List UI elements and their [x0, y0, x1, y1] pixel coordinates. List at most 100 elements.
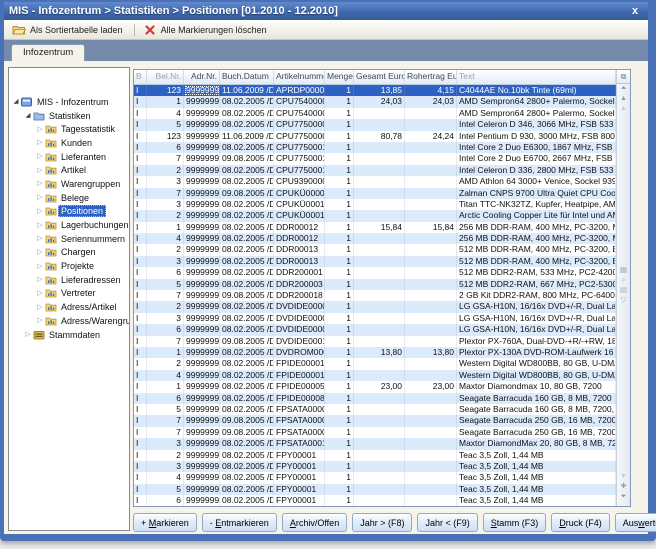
tree-item-projekte[interactable]: ▷Projekte	[9, 259, 129, 273]
tree-collapsed-arrow-icon[interactable]: ▷	[35, 123, 45, 136]
button-archiv-offen[interactable]: Archiv/Offen	[282, 513, 347, 532]
table-row[interactable]: I79999999909.08.2005 /DiDVDIDE000161Plex…	[134, 336, 616, 347]
tree-collapsed-arrow-icon[interactable]: ▷	[23, 328, 33, 341]
table-row[interactable]: I39999999908.02.2005 /DiDDR000131512 MB …	[134, 256, 616, 267]
tree-expanded-arrow-icon[interactable]: ◢	[23, 109, 33, 122]
table-row[interactable]: I59999999908.02.2005 /DiFPSATA000011Seag…	[134, 404, 616, 415]
table-row[interactable]: I79999999909.08.2005 /DiCPU775000141Inte…	[134, 153, 616, 164]
toolbar-button-als-sortiertabelle-laden[interactable]: Als Sortiertabelle laden	[9, 23, 129, 36]
table-row[interactable]: I29999999908.02.2005 /DiCPUKÜ000151Arcti…	[134, 210, 616, 221]
table-row[interactable]: I19999999908.02.2005 /DiDDR00012115,8415…	[134, 222, 616, 233]
button-druck[interactable]: Druck (F4)	[551, 513, 610, 532]
tree-collapsed-arrow-icon[interactable]: ▷	[35, 205, 45, 218]
add-row-icon[interactable]: ✚	[617, 482, 630, 492]
column-header-buch-datum[interactable]: Buch.Datum	[220, 70, 274, 84]
table-row[interactable]: I69999999908.02.2005 /DiCPU775000111Inte…	[134, 142, 616, 153]
scroll-bottom-icon[interactable]: ⏷	[617, 492, 630, 502]
column-header-gesamt-euro[interactable]: Gesamt Euro	[354, 70, 405, 84]
button-entmarkieren[interactable]: - Entmarkieren	[202, 513, 277, 532]
table-row[interactable]: I59999999908.02.2005 /DiFPY000011Teac 3,…	[134, 484, 616, 495]
toolbar-button-alle-markierungen-l-schen[interactable]: Alle Markierungen löschen	[140, 24, 273, 36]
tree-collapsed-arrow-icon[interactable]: ▷	[35, 219, 45, 232]
search-icon[interactable]: ⌕	[617, 275, 630, 285]
tree-collapsed-arrow-icon[interactable]: ▷	[35, 191, 45, 204]
button-stamm[interactable]: Stamm (F3)	[483, 513, 547, 532]
table-row[interactable]: I39999999908.02.2005 /DiFPSATA000111Maxt…	[134, 438, 616, 449]
table-row[interactable]: I39999999908.02.2005 /DiDVDIDE000051LG G…	[134, 313, 616, 324]
table-row[interactable]: I1239999999911.06.2009 /DoCPU77500007180…	[134, 131, 616, 142]
tree-item-lagerbuchungen[interactable]: ▷Lagerbuchungen	[9, 218, 129, 232]
table-row[interactable]: I79999999909.08.2005 /DiCPUKÜ000051Zalma…	[134, 188, 616, 199]
column-header-text[interactable]: Text	[457, 70, 616, 84]
tree-item-artikel[interactable]: ▷Artikel	[9, 163, 129, 177]
scroll-up-icon[interactable]: ▲	[617, 94, 630, 104]
table-row[interactable]: I59999999908.02.2005 /DiCPU775000051Inte…	[134, 119, 616, 130]
table-row[interactable]: I49999999908.02.2005 /DiDDR000121256 MB …	[134, 233, 616, 244]
column-header-b[interactable]: B	[134, 70, 147, 84]
tree-item-adress-artikel[interactable]: ▷Adress/Artikel	[9, 300, 129, 314]
tree-item-stammdaten[interactable]: ▷Stammdaten	[9, 328, 129, 342]
table-row[interactable]: I79999999909.08.2005 /DiFPSATA000091Seag…	[134, 415, 616, 426]
tree-item-adress-warengruppen[interactable]: ▷Adress/Warengruppen	[9, 314, 129, 328]
button-jahr-zurueck[interactable]: Jahr < (F9)	[417, 513, 477, 532]
column-header-adr-nr[interactable]: Adr.Nr.	[184, 70, 220, 84]
tree-collapsed-arrow-icon[interactable]: ▷	[35, 287, 45, 300]
table-row[interactable]: I69999999908.02.2005 /DiDDR2000011512 MB…	[134, 267, 616, 278]
tab-infozentrum[interactable]: Infozentrum	[11, 44, 85, 61]
tree-collapsed-arrow-icon[interactable]: ▷	[35, 232, 45, 245]
tree-expanded-arrow-icon[interactable]: ◢	[11, 95, 21, 108]
customize-columns-icon[interactable]: ⧉	[617, 70, 630, 84]
table-row[interactable]: I49999999908.02.2005 /DiFPIDE000011Weste…	[134, 370, 616, 381]
tree-item-chargen[interactable]: ▷Chargen	[9, 246, 129, 260]
table-row[interactable]: I29999999908.02.2005 /DiFPY000011Teac 3,…	[134, 450, 616, 461]
button-markieren[interactable]: + Markieren	[133, 513, 197, 532]
table-row[interactable]: I29999999908.02.2005 /DiDDR000131512 MB …	[134, 244, 616, 255]
grid-mode-icon[interactable]: ▦	[617, 265, 630, 275]
tree-item-kunden[interactable]: ▷Kunden	[9, 136, 129, 150]
tree-item-lieferanten[interactable]: ▷Lieferanten	[9, 150, 129, 164]
table-row[interactable]: I79999999909.08.2005 /DiFPSATA000091Seag…	[134, 427, 616, 438]
table-row[interactable]: I39999999908.02.2005 /DiCPUKÜ000101Titan…	[134, 199, 616, 210]
table-row[interactable]: I19999999908.02.2005 /DiFPIDE00005123,00…	[134, 381, 616, 392]
tree-item-positionen[interactable]: ▷Positionen	[9, 205, 129, 219]
table-row[interactable]: I19999999908.02.2005 /DiDVDROM00001113,8…	[134, 347, 616, 358]
scroll-up2-icon[interactable]: ▲	[617, 104, 630, 114]
table-row[interactable]: I19999999908.02.2005 /DiCPU75400001124,0…	[134, 96, 616, 107]
tree-item-belege[interactable]: ▷Belege	[9, 191, 129, 205]
scroll-top-icon[interactable]: ⏶	[617, 84, 630, 94]
tree-item-vertreter[interactable]: ▷Vertreter	[9, 287, 129, 301]
column-header-bel-nr[interactable]: Bel.Nr.	[147, 70, 184, 84]
filter-icon[interactable]: ▽	[617, 295, 630, 305]
tree-item-tagesstatistik[interactable]: ▷Tagesstatistik	[9, 122, 129, 136]
tree-collapsed-arrow-icon[interactable]: ▷	[35, 246, 45, 259]
tree-item-lieferadressen[interactable]: ▷Lieferadressen	[9, 273, 129, 287]
tree-item-mis-infozentrum[interactable]: ◢MIS - Infozentrum	[9, 95, 129, 109]
button-auswertung[interactable]: Auswertung	[615, 513, 656, 532]
table-row[interactable]: I69999999908.02.2005 /DiFPIDE000081Seaga…	[134, 393, 616, 404]
table-row[interactable]: I49999999908.02.2005 /DiCPU754000031AMD …	[134, 108, 616, 119]
table-row[interactable]: I1239999999911.06.2009 /DoAPRDP00004113,…	[134, 85, 616, 96]
tree-collapsed-arrow-icon[interactable]: ▷	[35, 273, 45, 286]
scroll-down-icon[interactable]: ▼	[617, 472, 630, 482]
button-jahr-vor[interactable]: Jahr > (F8)	[352, 513, 412, 532]
table-row[interactable]: I39999999908.02.2005 /DiFPY000011Teac 3,…	[134, 461, 616, 472]
tree-item-warengruppen[interactable]: ▷Warengruppen	[9, 177, 129, 191]
table-row[interactable]: I79999999909.08.2005 /DiDDR20001812 GB K…	[134, 290, 616, 301]
table-row[interactable]: I49999999908.02.2005 /DiFPY000011Teac 3,…	[134, 472, 616, 483]
table-row[interactable]: I69999999908.02.2005 /DiDVDIDE000051LG G…	[134, 324, 616, 335]
tree-collapsed-arrow-icon[interactable]: ▷	[35, 260, 45, 273]
tree-item-statistiken[interactable]: ◢Statistiken	[9, 109, 129, 123]
tree-collapsed-arrow-icon[interactable]: ▷	[35, 301, 45, 314]
tree-collapsed-arrow-icon[interactable]: ▷	[35, 164, 45, 177]
column-header-artikelnummer[interactable]: Artikelnummer	[274, 70, 325, 84]
column-header-rohertrag-euro[interactable]: Rohertrag Euro	[405, 70, 457, 84]
save-layout-icon[interactable]: ▤	[617, 285, 630, 295]
table-row[interactable]: I59999999908.02.2005 /DiDDR2000031512 MB…	[134, 279, 616, 290]
table-row[interactable]: I29999999908.02.2005 /DiDVDIDE000051LG G…	[134, 301, 616, 312]
tree-collapsed-arrow-icon[interactable]: ▷	[35, 177, 45, 190]
column-header-menge[interactable]: Menge	[325, 70, 354, 84]
table-row[interactable]: I29999999908.02.2005 /DiCPU775000191Inte…	[134, 165, 616, 176]
tree-item-seriennummern[interactable]: ▷Seriennummern	[9, 232, 129, 246]
close-icon[interactable]: x	[627, 5, 643, 17]
table-row[interactable]: I29999999908.02.2005 /DiFPIDE000011Weste…	[134, 358, 616, 369]
